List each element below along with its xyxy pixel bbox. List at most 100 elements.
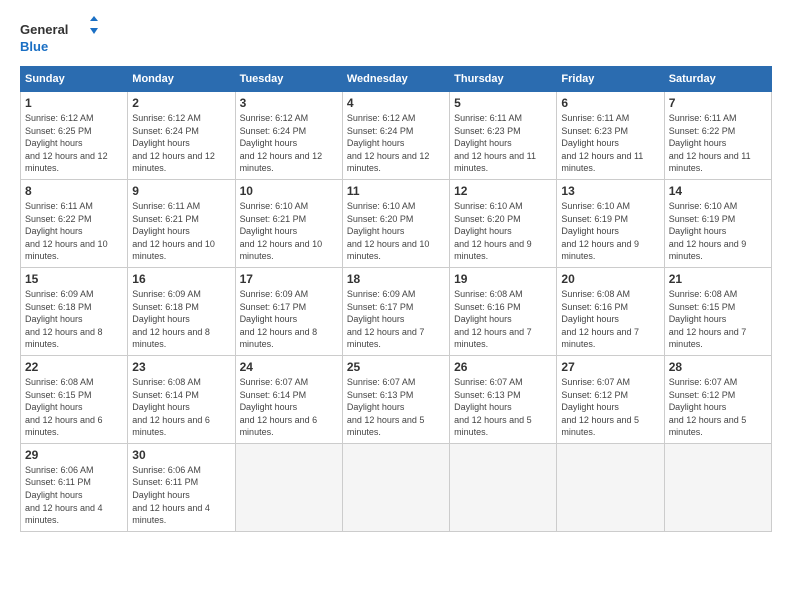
weekday-header: Friday [557,67,664,92]
day-info: Sunrise: 6:09 AM Sunset: 6:18 PM Dayligh… [25,288,123,351]
calendar-day-cell: 2 Sunrise: 6:12 AM Sunset: 6:24 PM Dayli… [128,92,235,180]
calendar-day-cell: 24 Sunrise: 6:07 AM Sunset: 6:14 PM Dayl… [235,355,342,443]
day-number: 18 [347,272,445,286]
logo: General Blue [20,16,100,56]
day-number: 27 [561,360,659,374]
day-info: Sunrise: 6:07 AM Sunset: 6:12 PM Dayligh… [669,376,767,439]
calendar-day-cell: 30 Sunrise: 6:06 AM Sunset: 6:11 PM Dayl… [128,443,235,531]
day-number: 14 [669,184,767,198]
calendar-day-cell: 7 Sunrise: 6:11 AM Sunset: 6:22 PM Dayli… [664,92,771,180]
day-info: Sunrise: 6:12 AM Sunset: 6:24 PM Dayligh… [347,112,445,175]
calendar-day-cell [450,443,557,531]
day-info: Sunrise: 6:10 AM Sunset: 6:20 PM Dayligh… [454,200,552,263]
day-number: 16 [132,272,230,286]
calendar-day-cell [235,443,342,531]
calendar-table: SundayMondayTuesdayWednesdayThursdayFrid… [20,66,772,532]
calendar-week-row: 15 Sunrise: 6:09 AM Sunset: 6:18 PM Dayl… [21,267,772,355]
weekday-header: Tuesday [235,67,342,92]
calendar-week-row: 1 Sunrise: 6:12 AM Sunset: 6:25 PM Dayli… [21,92,772,180]
day-info: Sunrise: 6:11 AM Sunset: 6:22 PM Dayligh… [669,112,767,175]
calendar-day-cell: 28 Sunrise: 6:07 AM Sunset: 6:12 PM Dayl… [664,355,771,443]
day-number: 30 [132,448,230,462]
weekday-header: Saturday [664,67,771,92]
day-info: Sunrise: 6:08 AM Sunset: 6:16 PM Dayligh… [454,288,552,351]
calendar-day-cell: 18 Sunrise: 6:09 AM Sunset: 6:17 PM Dayl… [342,267,449,355]
calendar-day-cell: 6 Sunrise: 6:11 AM Sunset: 6:23 PM Dayli… [557,92,664,180]
day-info: Sunrise: 6:06 AM Sunset: 6:11 PM Dayligh… [132,464,230,527]
weekday-header: Wednesday [342,67,449,92]
calendar-day-cell: 26 Sunrise: 6:07 AM Sunset: 6:13 PM Dayl… [450,355,557,443]
day-info: Sunrise: 6:11 AM Sunset: 6:22 PM Dayligh… [25,200,123,263]
day-number: 26 [454,360,552,374]
day-info: Sunrise: 6:11 AM Sunset: 6:23 PM Dayligh… [561,112,659,175]
day-info: Sunrise: 6:11 AM Sunset: 6:21 PM Dayligh… [132,200,230,263]
day-info: Sunrise: 6:12 AM Sunset: 6:25 PM Dayligh… [25,112,123,175]
weekday-header: Thursday [450,67,557,92]
day-info: Sunrise: 6:12 AM Sunset: 6:24 PM Dayligh… [240,112,338,175]
day-info: Sunrise: 6:10 AM Sunset: 6:19 PM Dayligh… [561,200,659,263]
day-number: 9 [132,184,230,198]
day-number: 10 [240,184,338,198]
day-info: Sunrise: 6:09 AM Sunset: 6:17 PM Dayligh… [240,288,338,351]
day-number: 29 [25,448,123,462]
calendar-day-cell: 12 Sunrise: 6:10 AM Sunset: 6:20 PM Dayl… [450,179,557,267]
calendar-day-cell: 11 Sunrise: 6:10 AM Sunset: 6:20 PM Dayl… [342,179,449,267]
calendar-day-cell: 10 Sunrise: 6:10 AM Sunset: 6:21 PM Dayl… [235,179,342,267]
day-number: 24 [240,360,338,374]
day-number: 13 [561,184,659,198]
calendar-day-cell: 29 Sunrise: 6:06 AM Sunset: 6:11 PM Dayl… [21,443,128,531]
day-info: Sunrise: 6:08 AM Sunset: 6:15 PM Dayligh… [25,376,123,439]
day-info: Sunrise: 6:07 AM Sunset: 6:13 PM Dayligh… [454,376,552,439]
day-number: 12 [454,184,552,198]
calendar-week-row: 22 Sunrise: 6:08 AM Sunset: 6:15 PM Dayl… [21,355,772,443]
day-info: Sunrise: 6:06 AM Sunset: 6:11 PM Dayligh… [25,464,123,527]
day-number: 2 [132,96,230,110]
day-info: Sunrise: 6:07 AM Sunset: 6:12 PM Dayligh… [561,376,659,439]
day-info: Sunrise: 6:08 AM Sunset: 6:15 PM Dayligh… [669,288,767,351]
calendar-day-cell: 14 Sunrise: 6:10 AM Sunset: 6:19 PM Dayl… [664,179,771,267]
calendar-day-cell: 20 Sunrise: 6:08 AM Sunset: 6:16 PM Dayl… [557,267,664,355]
calendar-day-cell: 13 Sunrise: 6:10 AM Sunset: 6:19 PM Dayl… [557,179,664,267]
day-info: Sunrise: 6:08 AM Sunset: 6:16 PM Dayligh… [561,288,659,351]
day-number: 4 [347,96,445,110]
day-info: Sunrise: 6:10 AM Sunset: 6:21 PM Dayligh… [240,200,338,263]
calendar-day-cell: 4 Sunrise: 6:12 AM Sunset: 6:24 PM Dayli… [342,92,449,180]
calendar-day-cell: 3 Sunrise: 6:12 AM Sunset: 6:24 PM Dayli… [235,92,342,180]
day-info: Sunrise: 6:08 AM Sunset: 6:14 PM Dayligh… [132,376,230,439]
day-info: Sunrise: 6:11 AM Sunset: 6:23 PM Dayligh… [454,112,552,175]
weekday-header: Monday [128,67,235,92]
day-info: Sunrise: 6:07 AM Sunset: 6:13 PM Dayligh… [347,376,445,439]
calendar-day-cell: 9 Sunrise: 6:11 AM Sunset: 6:21 PM Dayli… [128,179,235,267]
day-number: 5 [454,96,552,110]
day-number: 19 [454,272,552,286]
page-header: General Blue [20,16,772,56]
calendar-day-cell: 19 Sunrise: 6:08 AM Sunset: 6:16 PM Dayl… [450,267,557,355]
calendar-day-cell [664,443,771,531]
calendar-day-cell: 23 Sunrise: 6:08 AM Sunset: 6:14 PM Dayl… [128,355,235,443]
day-number: 23 [132,360,230,374]
day-number: 25 [347,360,445,374]
calendar-day-cell: 15 Sunrise: 6:09 AM Sunset: 6:18 PM Dayl… [21,267,128,355]
day-number: 3 [240,96,338,110]
calendar-day-cell: 22 Sunrise: 6:08 AM Sunset: 6:15 PM Dayl… [21,355,128,443]
weekday-header: Sunday [21,67,128,92]
calendar-day-cell: 17 Sunrise: 6:09 AM Sunset: 6:17 PM Dayl… [235,267,342,355]
day-info: Sunrise: 6:10 AM Sunset: 6:20 PM Dayligh… [347,200,445,263]
calendar-week-row: 8 Sunrise: 6:11 AM Sunset: 6:22 PM Dayli… [21,179,772,267]
calendar-week-row: 29 Sunrise: 6:06 AM Sunset: 6:11 PM Dayl… [21,443,772,531]
calendar-day-cell: 8 Sunrise: 6:11 AM Sunset: 6:22 PM Dayli… [21,179,128,267]
day-info: Sunrise: 6:09 AM Sunset: 6:18 PM Dayligh… [132,288,230,351]
calendar-header-row: SundayMondayTuesdayWednesdayThursdayFrid… [21,67,772,92]
svg-text:Blue: Blue [20,39,48,54]
calendar-day-cell [557,443,664,531]
day-number: 6 [561,96,659,110]
calendar-day-cell: 5 Sunrise: 6:11 AM Sunset: 6:23 PM Dayli… [450,92,557,180]
day-number: 11 [347,184,445,198]
day-info: Sunrise: 6:12 AM Sunset: 6:24 PM Dayligh… [132,112,230,175]
day-number: 15 [25,272,123,286]
svg-text:General: General [20,22,68,37]
calendar-day-cell: 16 Sunrise: 6:09 AM Sunset: 6:18 PM Dayl… [128,267,235,355]
calendar-day-cell: 27 Sunrise: 6:07 AM Sunset: 6:12 PM Dayl… [557,355,664,443]
calendar-day-cell: 21 Sunrise: 6:08 AM Sunset: 6:15 PM Dayl… [664,267,771,355]
day-number: 22 [25,360,123,374]
